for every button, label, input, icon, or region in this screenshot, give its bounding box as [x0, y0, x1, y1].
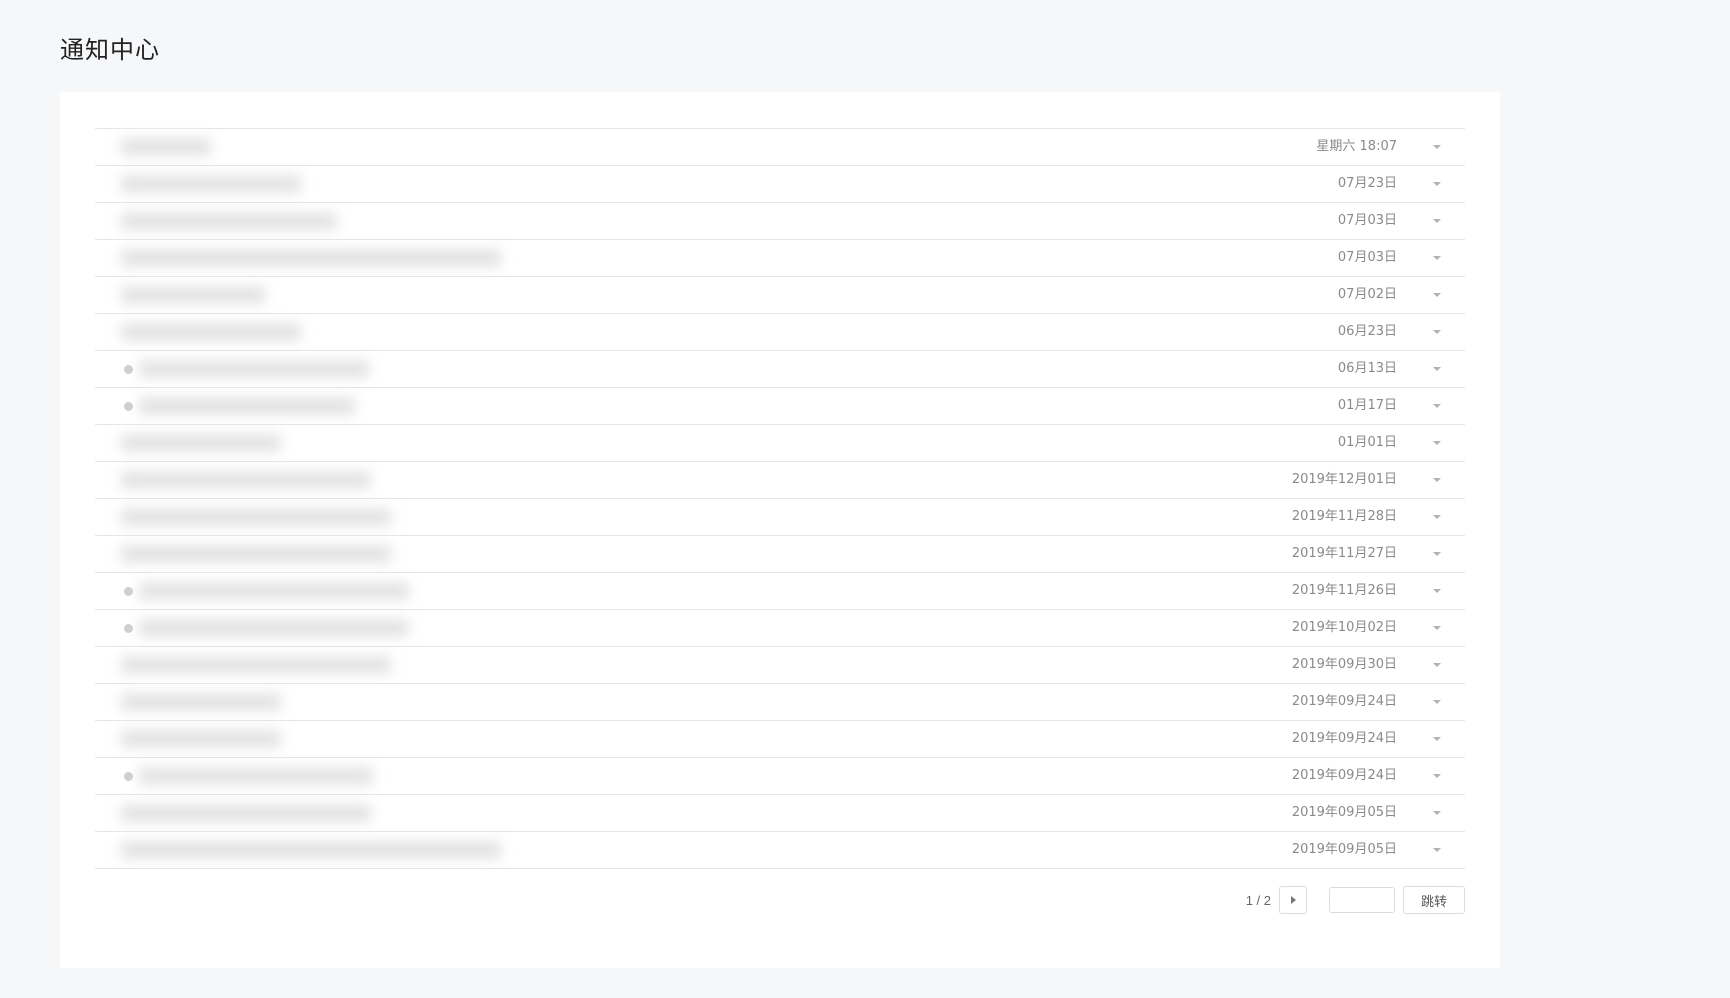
notification-date: 01月17日	[1337, 398, 1397, 413]
notification-row[interactable]: 06月23日	[95, 314, 1465, 351]
notification-row[interactable]: 2019年11月27日	[95, 536, 1465, 573]
caret-right-icon	[1291, 896, 1296, 904]
chevron-down-icon[interactable]	[1428, 621, 1444, 635]
notification-date: 2019年09月30日	[1291, 657, 1397, 672]
unread-dot-icon	[124, 402, 133, 411]
notification-row[interactable]: 2019年09月24日	[95, 684, 1465, 721]
unread-dot-icon	[124, 587, 133, 596]
notification-title-redacted[interactable]	[121, 249, 501, 267]
notification-date: 2019年10月02日	[1291, 620, 1397, 635]
notification-date: 07月03日	[1337, 213, 1397, 228]
notification-title-redacted[interactable]	[139, 360, 369, 378]
chevron-down-icon[interactable]	[1428, 510, 1444, 524]
notification-date: 2019年09月24日	[1291, 768, 1397, 783]
chevron-down-icon[interactable]	[1428, 806, 1444, 820]
notification-date: 2019年11月26日	[1291, 583, 1397, 598]
next-page-button[interactable]	[1279, 886, 1307, 914]
chevron-down-icon[interactable]	[1428, 140, 1444, 154]
notification-title-redacted[interactable]	[121, 286, 265, 304]
page-jump-input[interactable]	[1329, 887, 1395, 913]
notification-row[interactable]: 01月01日	[95, 425, 1465, 462]
notification-title-redacted[interactable]	[121, 804, 371, 822]
notification-date: 2019年11月27日	[1291, 546, 1397, 561]
notification-date: 2019年09月24日	[1291, 731, 1397, 746]
notification-title-redacted[interactable]	[121, 656, 391, 674]
notification-row[interactable]: 07月02日	[95, 277, 1465, 314]
notification-row[interactable]: 2019年09月05日	[95, 832, 1465, 869]
notification-title-redacted[interactable]	[139, 767, 373, 785]
notification-date: 2019年11月28日	[1291, 509, 1397, 524]
notification-list: 星期六 18:07 07月23日 07月03日 07月03日 07月02日 06月23日 0…	[95, 128, 1465, 869]
notification-row[interactable]: 07月23日	[95, 166, 1465, 203]
notification-row[interactable]: 2019年11月28日	[95, 499, 1465, 536]
chevron-down-icon[interactable]	[1428, 769, 1444, 783]
notification-title-redacted[interactable]	[121, 730, 281, 748]
notification-date: 2019年09月05日	[1291, 805, 1397, 820]
notification-title-redacted[interactable]	[121, 175, 301, 193]
unread-dot-icon	[124, 624, 133, 633]
pagination: 1 / 2 跳转	[1246, 886, 1465, 914]
notification-row[interactable]: 2019年09月24日	[95, 758, 1465, 795]
notification-date: 06月23日	[1337, 324, 1397, 339]
chevron-down-icon[interactable]	[1428, 658, 1444, 672]
notification-row[interactable]: 07月03日	[95, 203, 1465, 240]
notification-date: 2019年09月24日	[1291, 694, 1397, 709]
notification-title-redacted[interactable]	[139, 619, 409, 637]
notification-date: 2019年09月05日	[1291, 842, 1397, 857]
unread-dot-icon	[124, 772, 133, 781]
notification-title-redacted[interactable]	[121, 545, 391, 563]
notification-row[interactable]: 星期六 18:07	[95, 129, 1465, 166]
notification-title-redacted[interactable]	[121, 841, 501, 859]
chevron-down-icon[interactable]	[1428, 325, 1444, 339]
chevron-down-icon[interactable]	[1428, 251, 1444, 265]
chevron-down-icon[interactable]	[1428, 473, 1444, 487]
chevron-down-icon[interactable]	[1428, 584, 1444, 598]
jump-button[interactable]: 跳转	[1403, 886, 1465, 914]
chevron-down-icon[interactable]	[1428, 732, 1444, 746]
notification-title-redacted[interactable]	[121, 693, 281, 711]
notification-panel: 星期六 18:07 07月23日 07月03日 07月03日 07月02日 06月23日 0…	[60, 92, 1500, 968]
notification-date: 06月13日	[1337, 361, 1397, 376]
notification-title-redacted[interactable]	[121, 323, 301, 341]
chevron-down-icon[interactable]	[1428, 399, 1444, 413]
notification-date: 01月01日	[1337, 435, 1397, 450]
chevron-down-icon[interactable]	[1428, 177, 1444, 191]
chevron-down-icon[interactable]	[1428, 695, 1444, 709]
notification-row[interactable]: 01月17日	[95, 388, 1465, 425]
chevron-down-icon[interactable]	[1428, 436, 1444, 450]
page-title: 通知中心	[60, 36, 160, 64]
chevron-down-icon[interactable]	[1428, 547, 1444, 561]
notification-title-redacted[interactable]	[121, 212, 337, 230]
notification-date: 07月23日	[1337, 176, 1397, 191]
notification-date: 07月03日	[1337, 250, 1397, 265]
notification-row[interactable]: 2019年09月05日	[95, 795, 1465, 832]
notification-row[interactable]: 07月03日	[95, 240, 1465, 277]
notification-date: 星期六 18:07	[1316, 139, 1397, 154]
notification-title-redacted[interactable]	[121, 434, 281, 452]
notification-date: 2019年12月01日	[1291, 472, 1397, 487]
chevron-down-icon[interactable]	[1428, 362, 1444, 376]
notification-row[interactable]: 2019年09月30日	[95, 647, 1465, 684]
notification-title-redacted[interactable]	[139, 397, 355, 415]
page-indicator: 1 / 2	[1245, 892, 1271, 908]
notification-title-redacted[interactable]	[121, 471, 371, 489]
notification-title-redacted[interactable]	[121, 138, 211, 156]
notification-row[interactable]: 2019年10月02日	[95, 610, 1465, 647]
notification-date: 07月02日	[1337, 287, 1397, 302]
notification-title-redacted[interactable]	[139, 582, 409, 600]
chevron-down-icon[interactable]	[1428, 288, 1444, 302]
notification-row[interactable]: 2019年12月01日	[95, 462, 1465, 499]
notification-row[interactable]: 2019年11月26日	[95, 573, 1465, 610]
chevron-down-icon[interactable]	[1428, 214, 1444, 228]
notification-row[interactable]: 2019年09月24日	[95, 721, 1465, 758]
unread-dot-icon	[124, 365, 133, 374]
chevron-down-icon[interactable]	[1428, 843, 1444, 857]
notification-row[interactable]: 06月13日	[95, 351, 1465, 388]
notification-title-redacted[interactable]	[121, 508, 391, 526]
